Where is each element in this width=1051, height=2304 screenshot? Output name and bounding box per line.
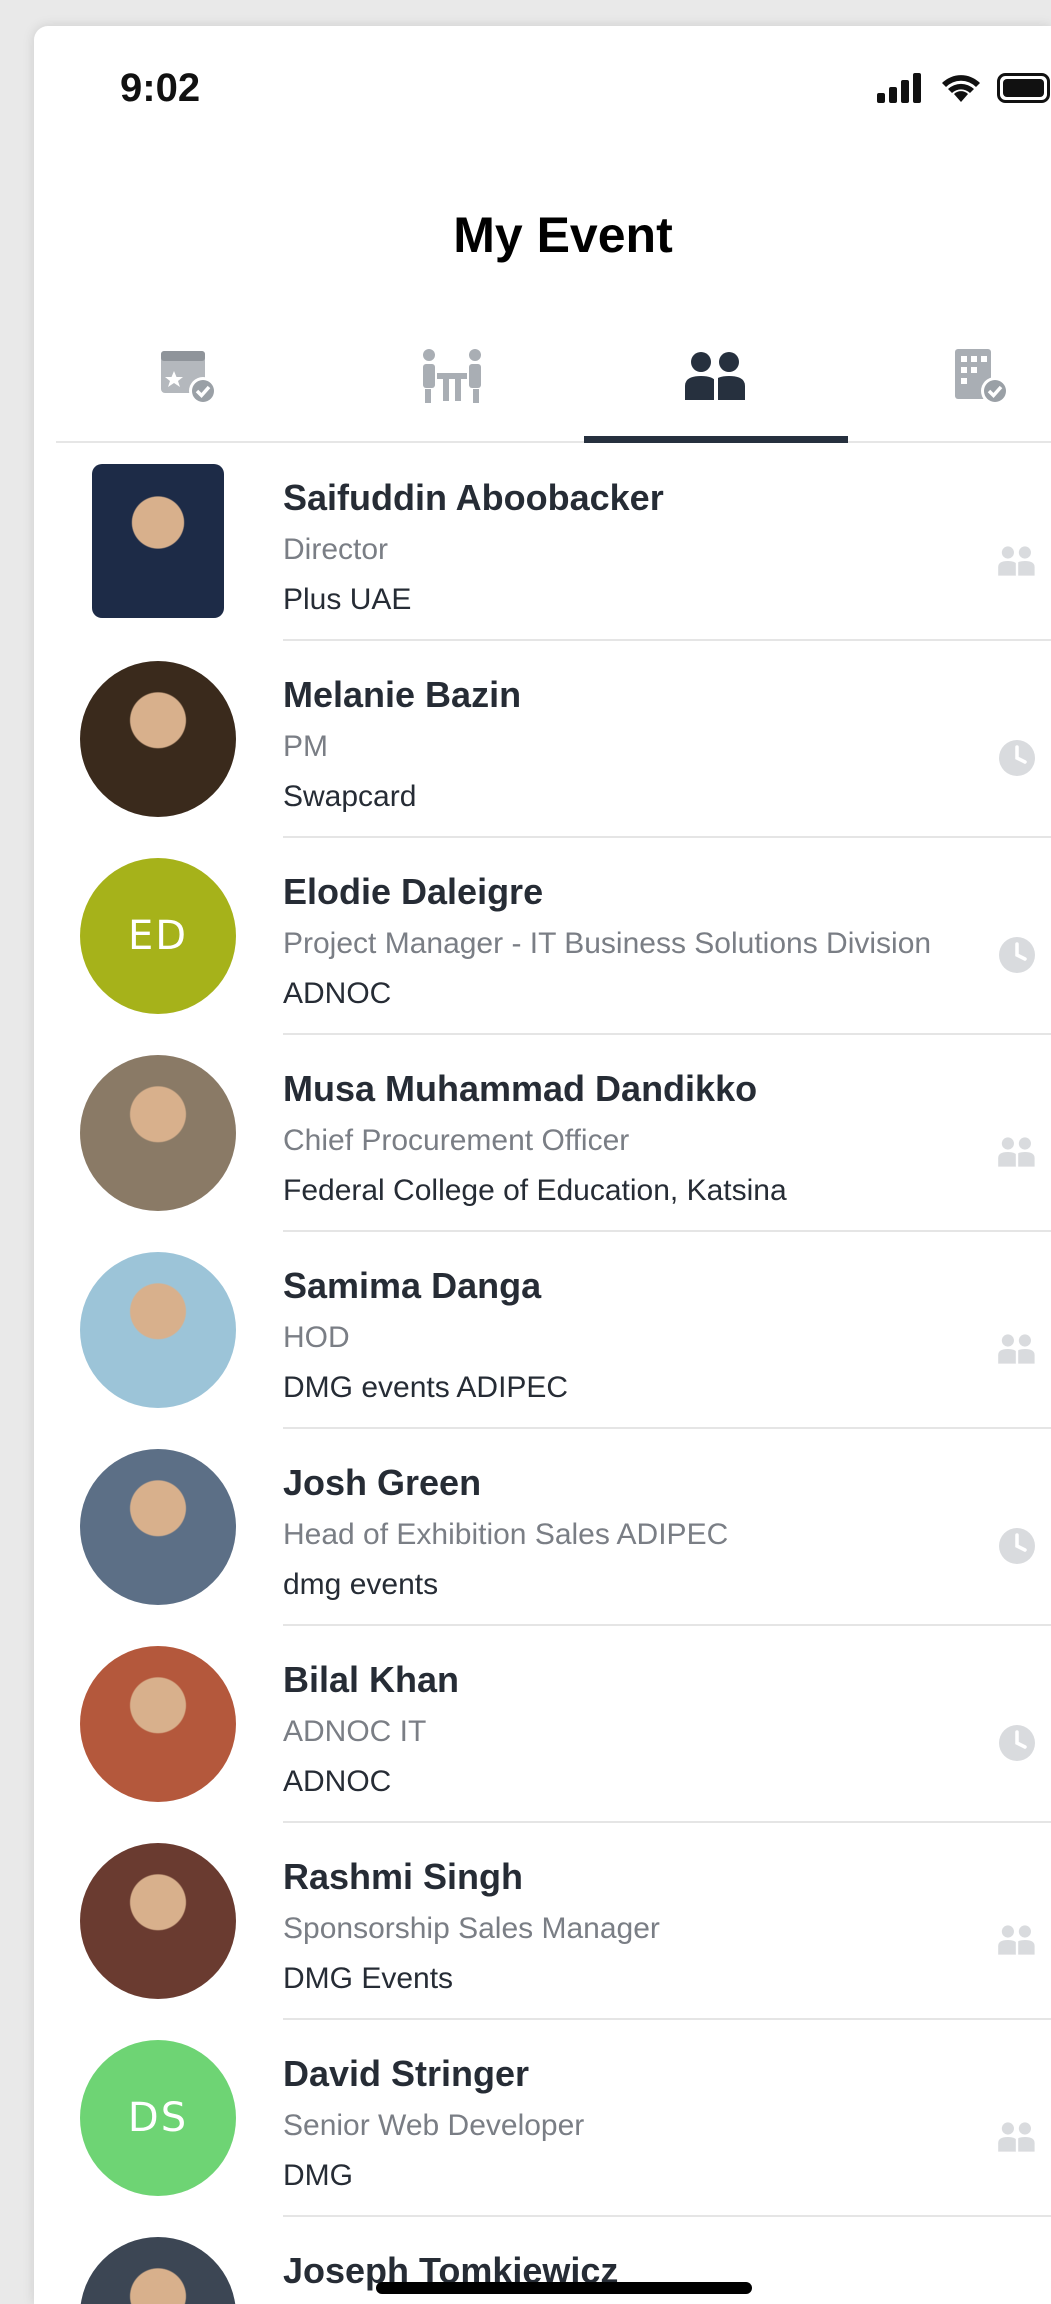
list-item[interactable]: ED Elodie Daleigre Project Manager - IT … [34,837,1051,1035]
clock-icon [999,1725,1035,1761]
battery-icon [997,73,1050,103]
list-item[interactable]: Melanie Bazin PM Swapcard [34,640,1051,838]
meeting-table-icon [423,349,481,403]
status-bar: 9:02 [34,26,1051,156]
clock-icon [999,1528,1035,1564]
people-icon [685,352,745,402]
people-icon [998,546,1035,577]
row-status [995,1920,1039,1960]
list-item[interactable]: Rashmi Singh Sponsorship Sales Manager D… [34,1822,1051,2020]
person-title: HOD [283,1321,350,1354]
person-name: Saifuddin Aboobacker [283,477,664,518]
person-name: David Stringer [283,2053,530,2094]
row-status [995,935,1039,975]
person-title: Project Manager - IT Business Solutions … [283,927,932,960]
avatar-initials: DS [80,2040,236,2196]
person-name: Melanie Bazin [283,674,522,715]
tab-people[interactable] [584,311,848,443]
avatar-photo [80,1843,236,1999]
person-info: David Stringer Senior Web Developer DMG [283,2039,1051,2217]
person-name: Elodie Daleigre [283,871,544,912]
row-status [995,738,1039,778]
clock-icon [999,937,1035,973]
avatar-photo [80,1055,236,1211]
home-indicator[interactable] [376,2282,752,2294]
people-icon [998,1925,1035,1956]
person-name: Bilal Khan [283,1659,460,1700]
avatar-photo [80,661,236,817]
person-title: Director [283,533,389,566]
avatar-photo [80,1449,236,1605]
row-status [995,1132,1039,1172]
person-title: Senior Web Developer [283,2109,585,2142]
row-status [995,541,1039,581]
tab-meetings[interactable] [320,311,584,441]
list-item[interactable]: Saifuddin Aboobacker Director Plus UAE [34,443,1051,641]
list-item[interactable]: Bilal Khan ADNOC IT ADNOC [34,1625,1051,1823]
people-icon [998,2122,1035,2153]
building-check-icon [955,349,1009,405]
calendar-star-check-icon [161,351,217,405]
person-info: Elodie Daleigre Project Manager - IT Bus… [283,857,1051,1035]
row-status [995,1526,1039,1566]
person-company: DMG Events [283,1962,454,1995]
tab-exhibitors[interactable] [848,311,1051,441]
person-company: dmg events [283,1568,439,1601]
person-company: Federal College of Education, Katsina [283,1174,787,1207]
person-title: ADNOC IT [283,1715,427,1748]
avatar-photo [80,1646,236,1802]
person-company: Plus UAE [283,583,412,616]
person-info: Josh Green Head of Exhibition Sales ADIP… [283,1448,1051,1626]
row-status [995,1329,1039,1369]
person-company: ADNOC [283,977,392,1010]
clock-icon [999,740,1035,776]
tab-my-sessions[interactable] [56,311,320,441]
person-title: Head of Exhibition Sales ADIPEC [283,1518,729,1551]
status-icons [875,72,1051,104]
person-info: Saifuddin Aboobacker Director Plus UAE [283,463,1051,641]
avatar-photo [80,1252,236,1408]
list-item[interactable]: Musa Muhammad Dandikko Chief Procurement… [34,1034,1051,1232]
person-title: PM [283,730,328,763]
row-status [995,1723,1039,1763]
person-name: Josh Green [283,1462,482,1503]
person-info: Melanie Bazin PM Swapcard [283,660,1051,838]
person-company: DMG events ADIPEC [283,1371,569,1404]
person-info: Musa Muhammad Dandikko Chief Procurement… [283,1054,1051,1232]
person-info: Bilal Khan ADNOC IT ADNOC [283,1645,1051,1823]
wifi-icon [942,75,980,102]
list-item[interactable]: Samima Danga HOD DMG events ADIPEC [34,1231,1051,1429]
row-status [995,2117,1039,2157]
person-title: Sponsorship Sales Manager [283,1912,660,1945]
person-name: Musa Muhammad Dandikko [283,1068,758,1109]
person-title: Chief Procurement Officer [283,1124,630,1157]
tab-bar [56,311,1051,443]
people-icon [998,1137,1035,1168]
person-company: DMG [283,2159,353,2192]
people-icon [998,1334,1035,1365]
avatar-photo [80,2237,236,2304]
avatar-photo [92,464,224,618]
person-company: ADNOC [283,1765,392,1798]
status-time: 9:02 [120,66,201,110]
cellular-signal-icon [877,73,921,103]
page-title: My Event [453,207,673,263]
avatar-initials: ED [80,858,236,1014]
person-info: Rashmi Singh Sponsorship Sales Manager D… [283,1842,1051,2020]
phone-screen: 9:02 My Event Saifuddin Aboobacker Direc… [34,26,1051,2304]
person-name: Rashmi Singh [283,1856,524,1897]
list-item[interactable]: Josh Green Head of Exhibition Sales ADIP… [34,1428,1051,1626]
person-company: Swapcard [283,780,417,813]
person-info: Samima Danga HOD DMG events ADIPEC [283,1251,1051,1429]
person-name: Samima Danga [283,1265,542,1306]
list-item[interactable]: DS David Stringer Senior Web Developer D… [34,2019,1051,2217]
